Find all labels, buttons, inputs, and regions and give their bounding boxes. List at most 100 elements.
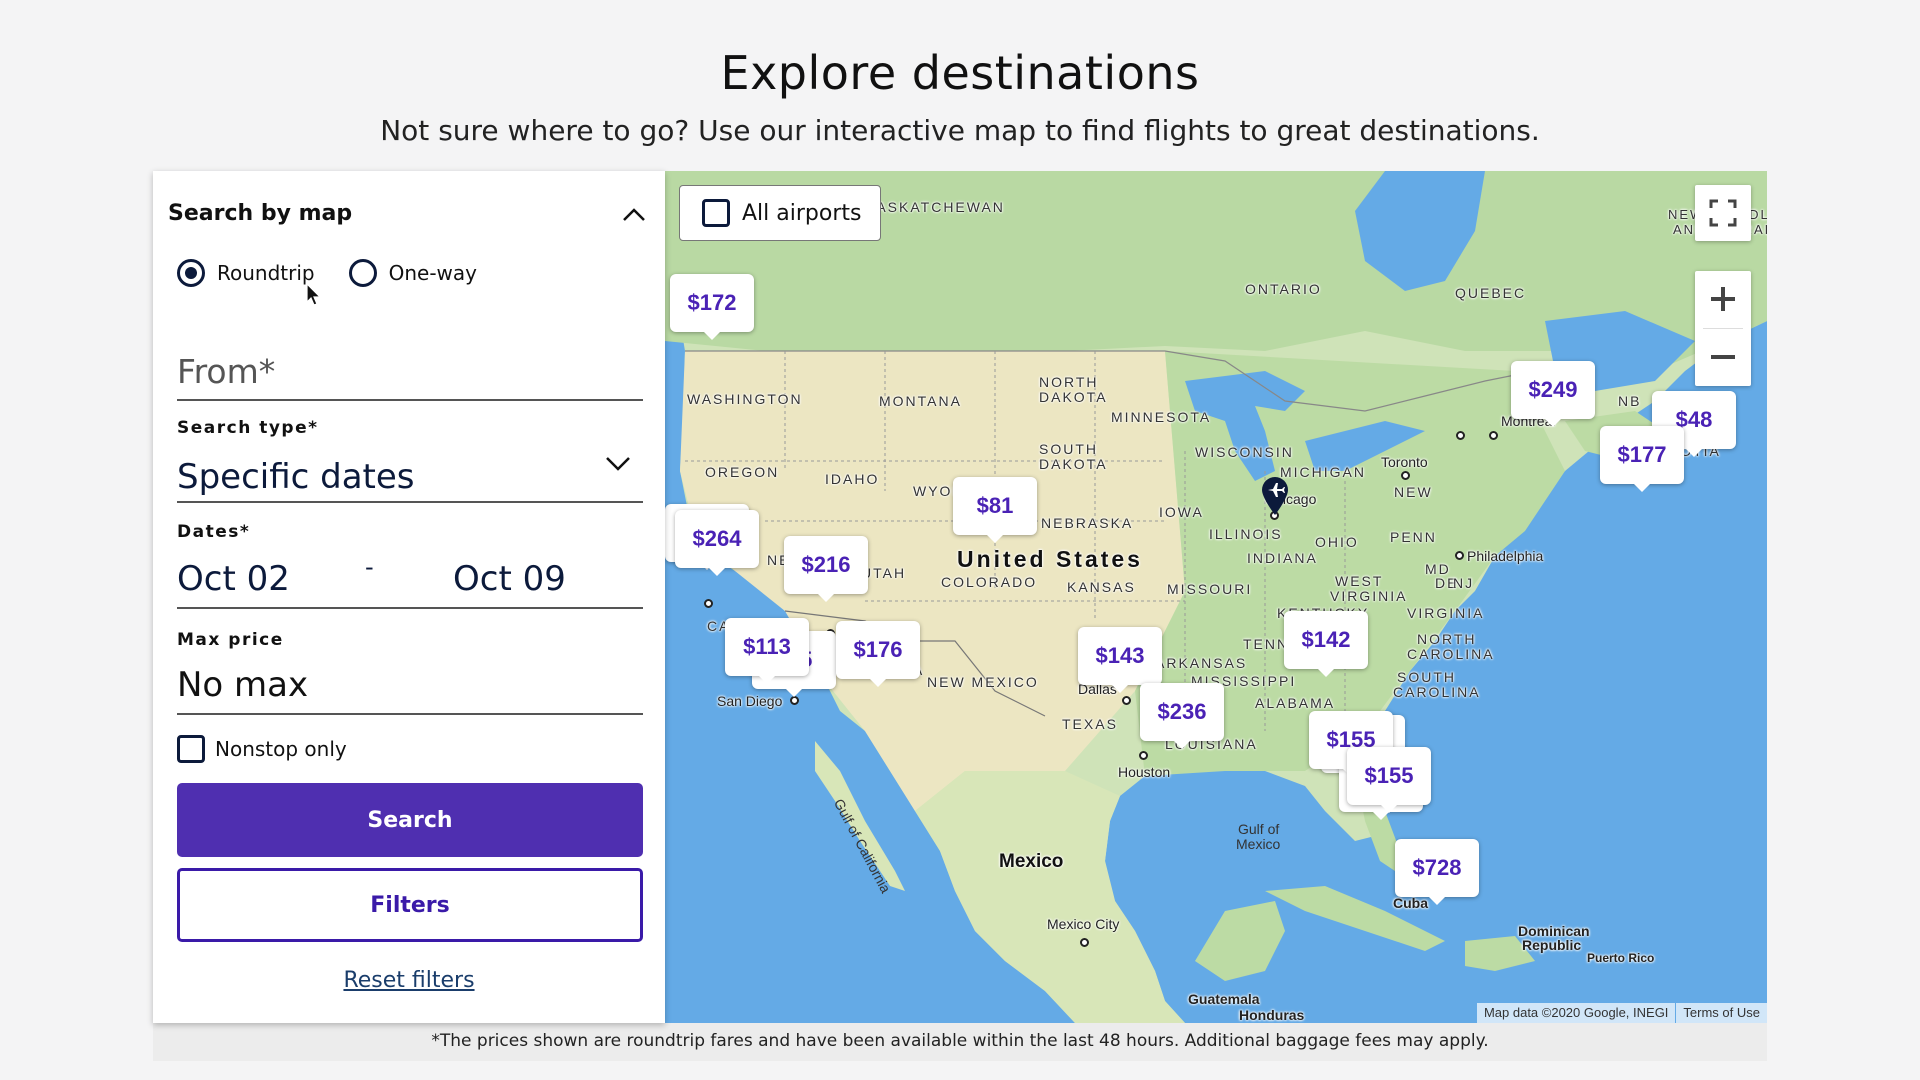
- date-end[interactable]: Oct 09: [453, 559, 566, 599]
- chevron-down-icon: [606, 457, 630, 471]
- all-airports-toggle[interactable]: All airports: [679, 185, 881, 241]
- label-ontario: ONTARIO: [1245, 281, 1322, 297]
- price-marker[interactable]: $176: [836, 621, 920, 687]
- label-mexico-city: Mexico City: [1047, 916, 1120, 932]
- nonstop-checkbox-box[interactable]: [177, 735, 205, 763]
- nonstop-only-checkbox[interactable]: Nonstop only: [177, 735, 347, 763]
- radio-one-way[interactable]: One-way: [348, 259, 477, 287]
- label-montana: MONTANA: [879, 393, 962, 409]
- label-puerto-rico: Puerto Rico: [1587, 951, 1655, 965]
- dates-label: Dates*: [177, 522, 251, 542]
- zoom-in-button[interactable]: [1695, 271, 1751, 328]
- radio-roundtrip-circle[interactable]: [177, 259, 205, 287]
- land-mexico: [915, 771, 1185, 1023]
- price-marker[interactable]: $113: [725, 618, 809, 684]
- label-penn: PENN: [1390, 529, 1437, 545]
- all-airports-label: All airports: [742, 200, 862, 226]
- label-wisconsin: WISCONSIN: [1195, 444, 1294, 460]
- label-houston: Houston: [1118, 764, 1171, 780]
- panel-header: Search by map: [168, 197, 648, 231]
- search-button[interactable]: Search: [177, 783, 643, 857]
- dates-field: Oct 02 - Oct 09: [177, 545, 643, 609]
- page-title: Explore destinations: [720, 46, 1200, 100]
- price-marker[interactable]: $216: [784, 536, 868, 602]
- label-united-states: United States: [957, 546, 1143, 572]
- label-arkansas: ARKANSAS: [1155, 655, 1248, 671]
- from-field: [177, 341, 643, 401]
- fullscreen-button[interactable]: [1695, 185, 1751, 241]
- filters-button[interactable]: Filters: [177, 868, 643, 942]
- terms-of-use-link[interactable]: Terms of Use: [1676, 1003, 1767, 1023]
- label-south-carolina: SOUTH: [1397, 669, 1456, 685]
- label-washington: WASHINGTON: [687, 391, 803, 407]
- price-marker[interactable]: $177: [1600, 426, 1684, 492]
- destination-map[interactable]: SASKATCHEWAN ONTARIO QUEBEC NEWFOUNDLAND…: [665, 171, 1767, 1023]
- price-marker[interactable]: $142: [1284, 611, 1368, 677]
- fullscreen-icon: [1709, 199, 1737, 227]
- search-type-label: Search type*: [177, 418, 319, 438]
- radio-roundtrip-label: Roundtrip: [217, 261, 315, 285]
- plus-icon: [1711, 287, 1735, 311]
- date-start[interactable]: Oct 02: [177, 559, 290, 599]
- label-north-dakota-2: DAKOTA: [1039, 389, 1108, 405]
- label-michigan: MICHIGAN: [1280, 464, 1366, 480]
- city-dot-san-diego: [790, 696, 799, 705]
- zoom-control: [1695, 271, 1751, 386]
- price-marker[interactable]: $143: [1078, 627, 1162, 693]
- price-marker[interactable]: $236: [1140, 683, 1224, 749]
- origin-airplane-pin-icon[interactable]: [1260, 476, 1290, 516]
- from-input[interactable]: [177, 352, 643, 391]
- mouse-cursor-icon: [306, 283, 322, 306]
- label-new-york: NEW: [1394, 484, 1433, 500]
- label-new-brunswick: NB: [1618, 393, 1642, 409]
- price-marker[interactable]: $155: [1347, 747, 1431, 813]
- radio-one-way-label: One-way: [388, 261, 477, 285]
- label-new-jersey: NJ: [1453, 575, 1475, 591]
- search-type-select[interactable]: Specific dates: [177, 441, 643, 503]
- explore-module: Search by map Roundtrip One-way Search t…: [153, 171, 1767, 1061]
- reset-filters-link[interactable]: Reset filters: [153, 968, 665, 993]
- label-iowa: IOWA: [1159, 504, 1204, 520]
- city-dot-dallas: [1122, 696, 1131, 705]
- max-price-label: Max price: [177, 630, 284, 650]
- label-colorado: COLORADO: [941, 574, 1038, 590]
- label-toronto: Toronto: [1381, 454, 1428, 470]
- label-dominican-republic-2: Republic: [1522, 937, 1582, 953]
- radio-one-way-circle[interactable]: [348, 259, 377, 287]
- trip-type-radio-group: Roundtrip One-way: [177, 255, 511, 291]
- zoom-out-button[interactable]: [1695, 329, 1751, 386]
- city-dot-houston: [1139, 751, 1148, 760]
- label-north-carolina: NORTH: [1417, 631, 1477, 647]
- price-disclaimer: *The prices shown are roundtrip fares an…: [153, 1023, 1767, 1061]
- map-data-credit: Map data ©2020 Google, INEGI: [1476, 1003, 1676, 1023]
- label-virginia: VIRGINIA: [1407, 605, 1485, 621]
- max-price-select[interactable]: No max: [177, 653, 643, 715]
- label-west-virginia-2: VIRGINIA: [1330, 588, 1408, 604]
- label-minnesota: MINNESOTA: [1111, 409, 1212, 425]
- chevron-up-icon: [623, 208, 645, 221]
- collapse-panel-button[interactable]: [620, 201, 648, 227]
- price-marker[interactable]: $172: [670, 274, 754, 340]
- search-type-value: Specific dates: [177, 457, 415, 497]
- label-philadelphia: Philadelphia: [1467, 548, 1544, 564]
- all-airports-checkbox[interactable]: [702, 199, 730, 227]
- price-marker[interactable]: $81: [953, 477, 1037, 543]
- city-dot-ottawa: [1456, 431, 1465, 440]
- label-guatemala: Guatemala: [1188, 991, 1260, 1007]
- land-yucatan: [1195, 901, 1285, 981]
- label-south-dakota-2: DAKOTA: [1039, 456, 1108, 472]
- price-marker[interactable]: $728: [1395, 839, 1479, 905]
- max-price-value: No max: [177, 665, 309, 705]
- city-dot-montreal: [1489, 431, 1498, 440]
- label-south-carolina-2: CAROLINA: [1393, 684, 1481, 700]
- label-kansas: KANSAS: [1067, 579, 1136, 595]
- label-west-virginia: WEST: [1335, 573, 1384, 589]
- city-dot-san-francisco: [704, 599, 713, 608]
- label-illinois: ILLINOIS: [1209, 526, 1283, 542]
- nonstop-only-label: Nonstop only: [215, 737, 347, 761]
- price-marker[interactable]: $264: [675, 510, 759, 576]
- radio-roundtrip[interactable]: Roundtrip: [177, 259, 315, 287]
- label-san-diego: San Diego: [717, 693, 783, 709]
- label-oregon: OREGON: [705, 464, 780, 480]
- price-marker[interactable]: $249: [1511, 361, 1595, 427]
